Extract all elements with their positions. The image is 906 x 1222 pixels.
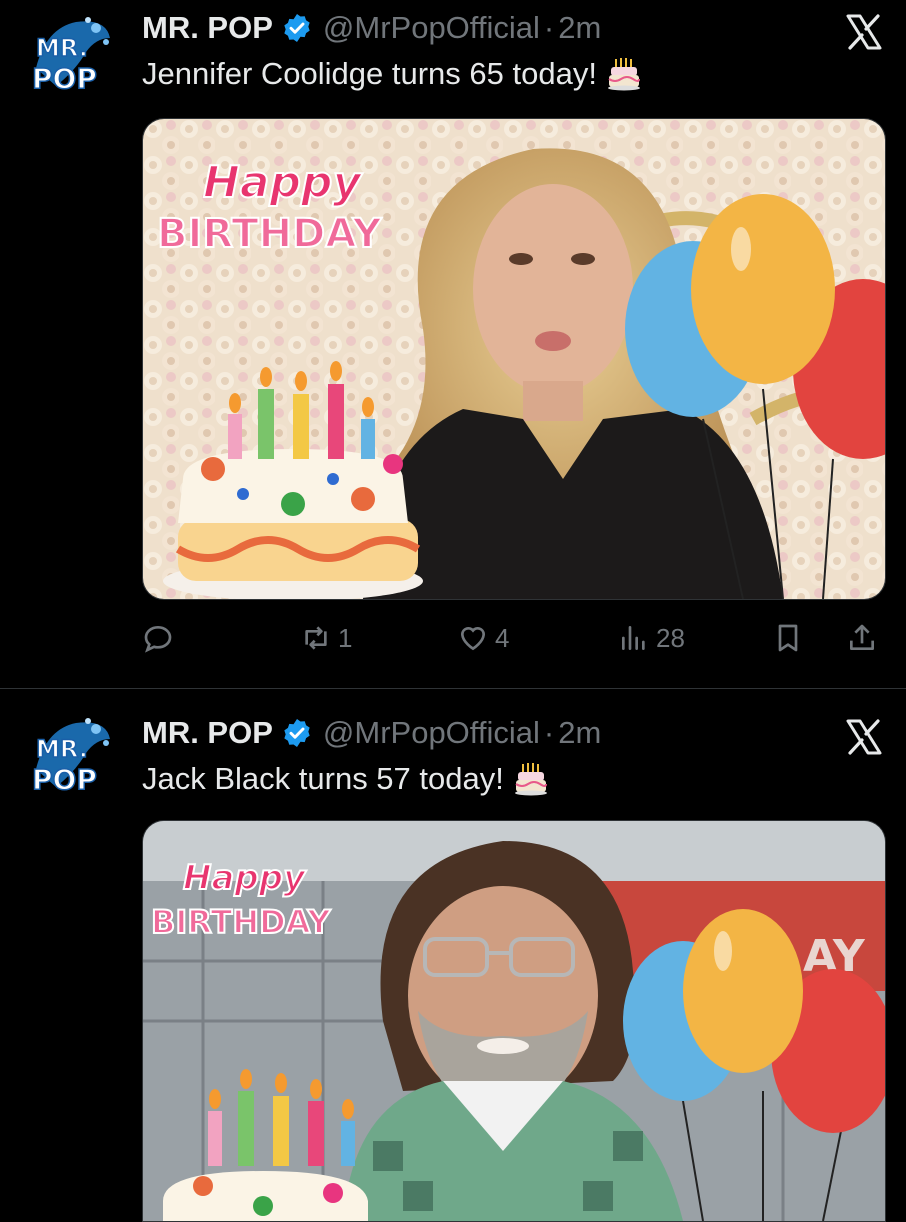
timestamp[interactable]: 2m: [558, 715, 601, 751]
reply-button[interactable]: [142, 618, 174, 658]
bookmark-icon: [778, 624, 798, 652]
avatar[interactable]: MR. POP: [26, 709, 116, 799]
bookmark-button[interactable]: [772, 618, 804, 658]
birthday-cake-icon: [607, 58, 640, 91]
svg-text:POP: POP: [32, 763, 97, 796]
author-handle[interactable]: @MrPopOfficial: [323, 10, 540, 46]
like-button[interactable]: 4: [457, 618, 509, 658]
heart-icon: [460, 626, 486, 651]
views-count: 28: [656, 622, 685, 653]
author-name[interactable]: MR. POP: [142, 715, 273, 751]
happy-text: Happy: [183, 858, 307, 898]
repost-count: 1: [338, 622, 353, 653]
happy-text: Happy: [203, 157, 364, 208]
action-bar: 1 4 28: [142, 618, 884, 658]
x-logo-icon[interactable]: [844, 717, 884, 757]
separator: ·: [543, 715, 555, 750]
timestamp[interactable]: 2m: [558, 10, 601, 46]
tweet-text: Jack Black turns 57 today!: [142, 761, 548, 797]
like-count: 4: [495, 622, 510, 653]
birthday-image[interactable]: Happy BIRTHDAY: [142, 118, 886, 600]
author-handle[interactable]: @MrPopOfficial: [323, 715, 540, 751]
tweet[interactable]: MR. POP MR. POP @MrPopOfficial · 2m Jenn…: [0, 0, 906, 688]
separator: ·: [543, 10, 555, 45]
reply-icon: [144, 625, 172, 653]
tweet[interactable]: MR. POP MR. POP @MrPopOfficial · 2m Jack…: [0, 689, 906, 1222]
svg-text:MR.: MR.: [36, 735, 88, 763]
birthday-text: BIRTHDAY: [157, 211, 382, 257]
share-icon: [850, 624, 874, 650]
svg-text:POP: POP: [32, 62, 97, 95]
repost-button[interactable]: 1: [300, 618, 352, 658]
birthday-text: BIRTHDAY: [151, 903, 331, 941]
birthday-cake-icon: [514, 763, 547, 796]
verified-badge-icon: [284, 14, 310, 42]
repost-icon: [305, 626, 327, 650]
birthday-image[interactable]: AY Happy BIRTHDAY: [142, 820, 886, 1222]
x-logo-icon[interactable]: [844, 12, 884, 52]
views-icon: [622, 626, 645, 650]
tweet-text: Jennifer Coolidge turns 65 today!: [142, 56, 641, 92]
author-name[interactable]: MR. POP: [142, 10, 273, 46]
views-button[interactable]: 28: [618, 618, 685, 658]
share-button[interactable]: [846, 618, 878, 658]
svg-text:MR.: MR.: [36, 34, 88, 62]
avatar[interactable]: MR. POP: [26, 8, 116, 98]
verified-badge-icon: [284, 719, 310, 747]
